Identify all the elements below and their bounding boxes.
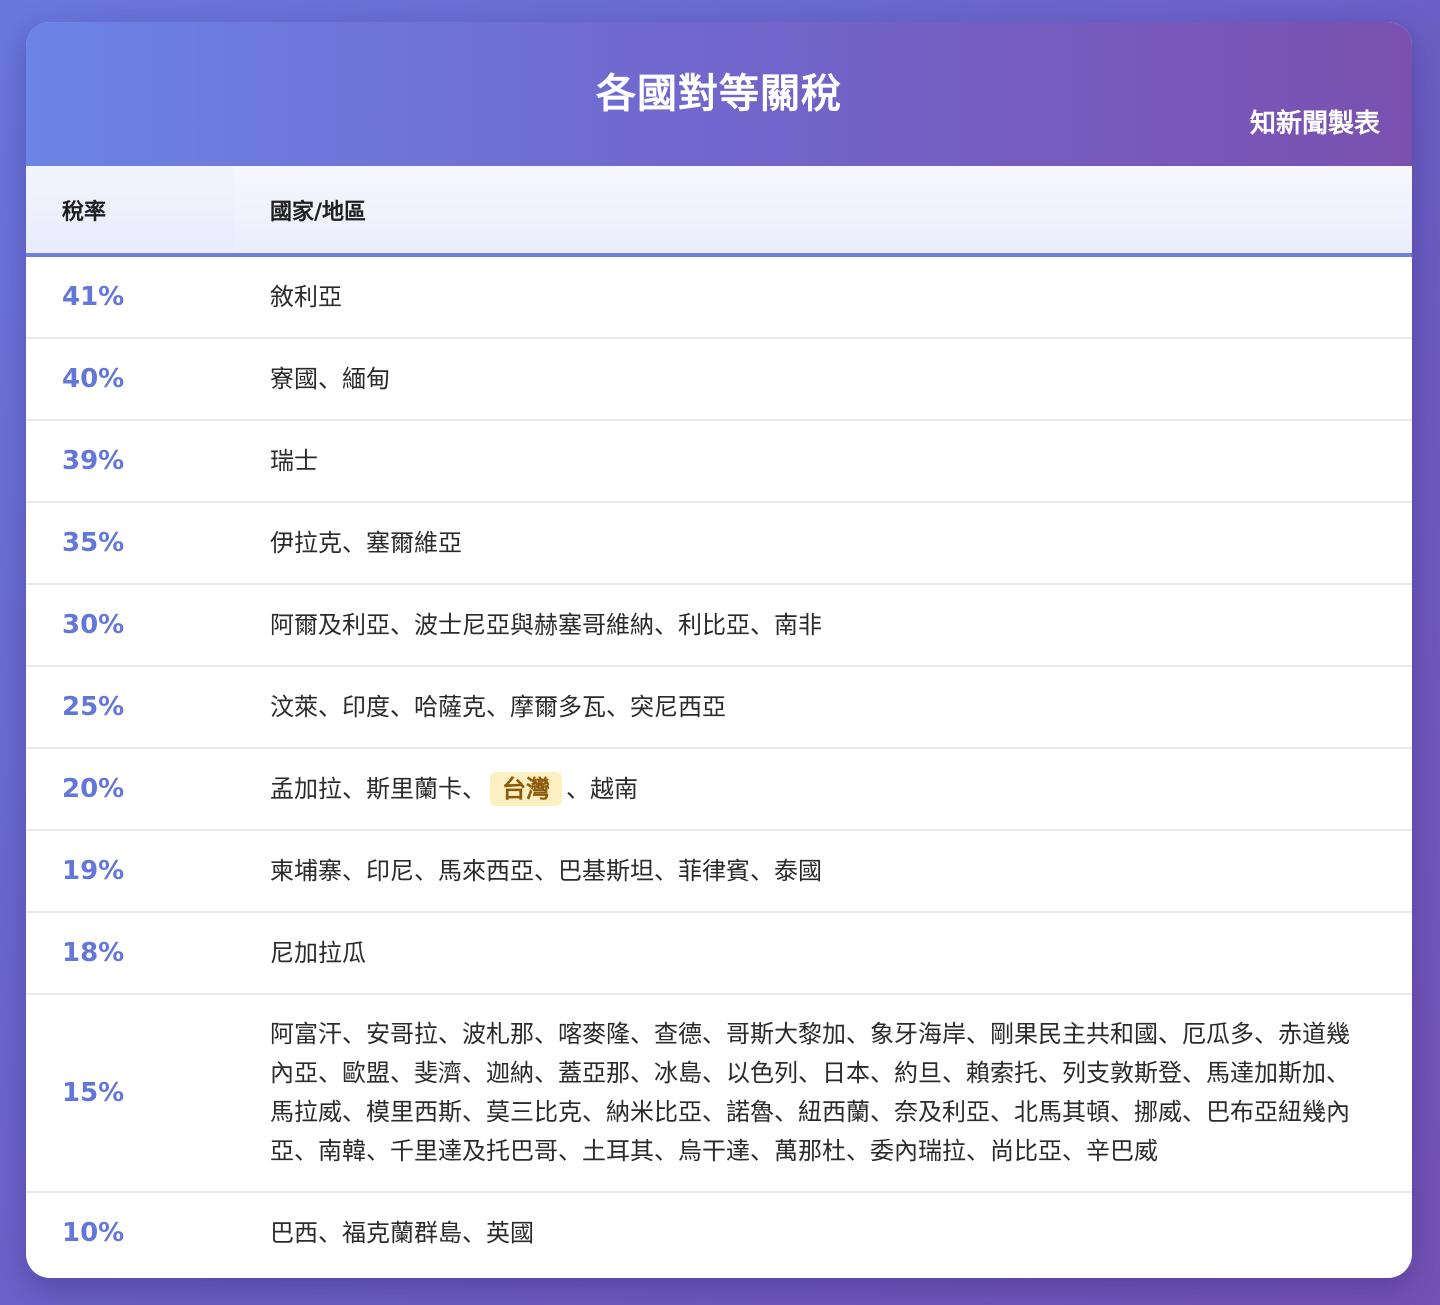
countries-cell: 孟加拉、斯里蘭卡、 台灣 、越南	[234, 748, 1412, 831]
rate-column-header: 稅率	[26, 166, 234, 257]
tariff-table: 稅率 國家/地區 41% 敘利亞 40% 寮國、緬甸 39% 瑞士 35% 伊拉…	[26, 166, 1412, 1273]
countries-cell: 伊拉克、塞爾維亞	[234, 502, 1412, 585]
table-row: 41% 敘利亞	[26, 255, 1412, 339]
countries-after-highlight: 、越南	[566, 774, 638, 803]
countries-cell: 寮國、緬甸	[234, 338, 1412, 421]
rate-cell: 25%	[26, 666, 234, 749]
countries-cell: 敘利亞	[234, 255, 1412, 339]
tariff-card: 各國對等關稅 知新聞製表 稅率 國家/地區 41% 敘利亞 40% 寮國、緬甸 …	[26, 22, 1412, 1278]
table-row: 19% 柬埔寨、印尼、馬來西亞、巴基斯坦、菲律賓、泰國	[26, 830, 1412, 913]
rate-cell: 30%	[26, 584, 234, 667]
card-header: 各國對等關稅 知新聞製表	[26, 22, 1412, 166]
countries-cell: 阿富汗、安哥拉、波札那、喀麥隆、查德、哥斯大黎加、象牙海岸、剛果民主共和國、厄瓜…	[234, 994, 1412, 1193]
table-row: 30% 阿爾及利亞、波士尼亞與赫塞哥維納、利比亞、南非	[26, 584, 1412, 667]
countries-cell: 巴西、福克蘭群島、英國	[270, 1218, 534, 1247]
countries-column-header: 國家/地區	[234, 166, 1412, 257]
rate-cell: 35%	[26, 502, 234, 585]
table-row: 40% 寮國、緬甸	[26, 338, 1412, 421]
rate-cell: 18%	[26, 912, 234, 995]
table-header-row: 稅率 國家/地區	[26, 166, 1412, 257]
countries-cell: 阿爾及利亞、波士尼亞與赫塞哥維納、利比亞、南非	[234, 584, 1412, 667]
rate-cell: 20%	[26, 748, 234, 831]
table-row: 39% 瑞士	[26, 420, 1412, 503]
countries-before-highlight: 孟加拉、斯里蘭卡、	[270, 774, 486, 803]
table-row: 10% 巴西、福克蘭群島、英國	[26, 1192, 1412, 1273]
table-row: 15% 阿富汗、安哥拉、波札那、喀麥隆、查德、哥斯大黎加、象牙海岸、剛果民主共和…	[26, 994, 1412, 1193]
countries-cell: 尼加拉瓜	[234, 912, 1412, 995]
page-title: 各國對等關稅	[596, 71, 842, 117]
countries-cell: 柬埔寨、印尼、馬來西亞、巴基斯坦、菲律賓、泰國	[234, 830, 1412, 913]
table-row: 25% 汶萊、印度、哈薩克、摩爾多瓦、突尼西亞	[26, 666, 1412, 749]
rate-cell: 39%	[26, 420, 234, 503]
countries-cell: 瑞士	[234, 420, 1412, 503]
rate-cell: 40%	[26, 338, 234, 421]
table-row: 35% 伊拉克、塞爾維亞	[26, 502, 1412, 585]
highlight-badge-taiwan: 台灣	[490, 771, 562, 806]
rate-cell: 10%	[62, 1218, 125, 1248]
rate-cell: 19%	[26, 830, 234, 913]
table-row-highlighted: 20% 孟加拉、斯里蘭卡、 台灣 、越南	[26, 748, 1412, 831]
countries-cell: 汶萊、印度、哈薩克、摩爾多瓦、突尼西亞	[234, 666, 1412, 749]
rate-cell: 15%	[26, 994, 234, 1193]
table-row: 18% 尼加拉瓜	[26, 912, 1412, 995]
source-credit: 知新聞製表	[1249, 109, 1380, 139]
rate-cell: 41%	[26, 255, 234, 339]
